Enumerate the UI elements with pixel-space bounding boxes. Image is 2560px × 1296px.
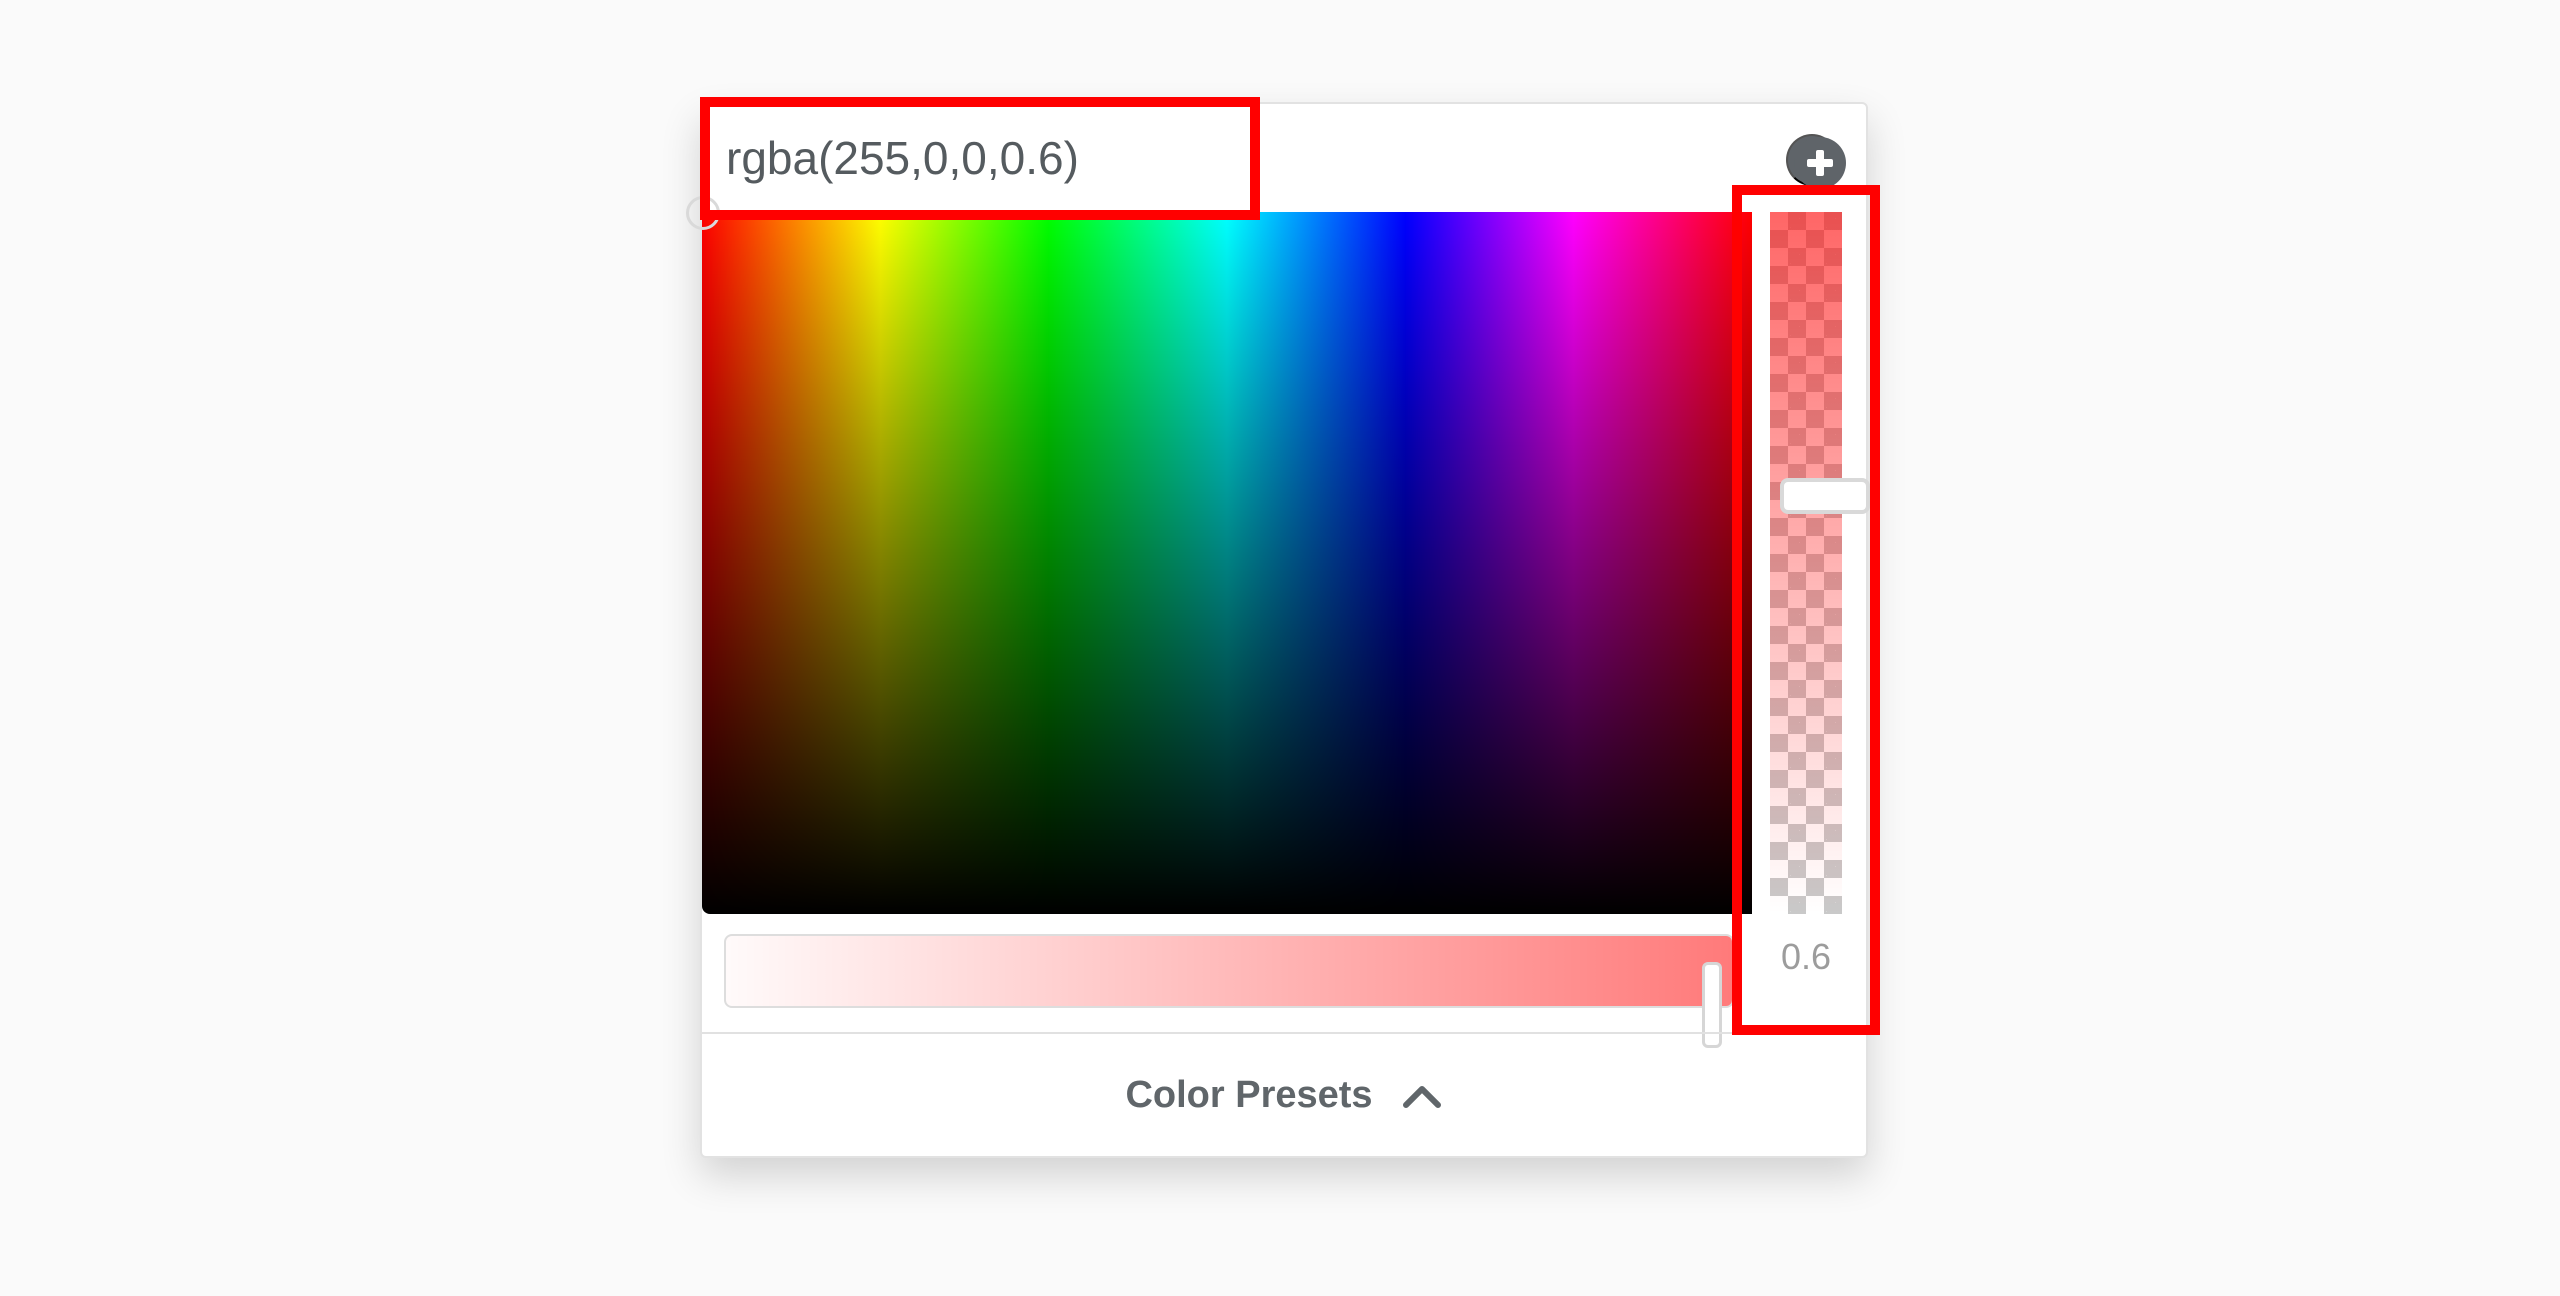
color-presets-label: Color Presets (1125, 1073, 1373, 1116)
color-presets-toggle[interactable]: Color Presets (702, 1034, 1866, 1156)
alpha-value: 0.6 (1780, 936, 1832, 977)
add-color-button[interactable] (1786, 134, 1846, 189)
color-value-input[interactable] (702, 104, 1262, 212)
color-intensity-slider[interactable] (724, 934, 1734, 1008)
spectrum-handle[interactable] (686, 196, 720, 230)
chevron-up-icon (1402, 1086, 1441, 1108)
alpha-slider[interactable] (1770, 212, 1870, 914)
plus-circle-icon (1794, 137, 1846, 189)
color-picker-panel: 0.6 Color Presets (686, 102, 1870, 1158)
color-spectrum[interactable] (686, 196, 1752, 914)
alpha-slider-handle[interactable] (1780, 478, 1870, 514)
